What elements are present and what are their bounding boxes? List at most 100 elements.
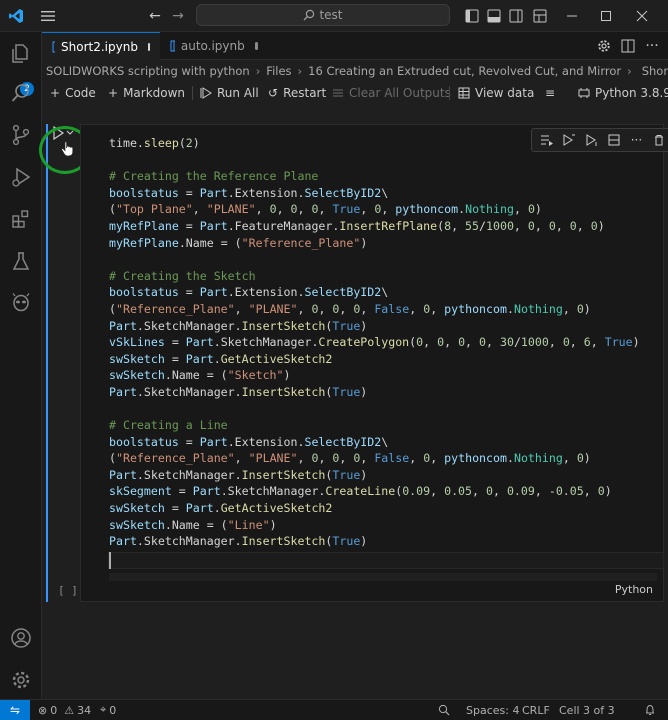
tab-auto[interactable]: auto.ipynb: [160, 32, 268, 60]
cell-language-label[interactable]: Python: [615, 583, 653, 596]
restart-button[interactable]: ↺ Restart: [268, 84, 326, 102]
maximize-icon[interactable]: [596, 6, 616, 26]
code-token: ,: [360, 451, 375, 466]
breadcrumb-item[interactable]: 16 Creating an Extruded cut, Revolved Cu…: [308, 64, 621, 78]
code-token: 0.09: [402, 484, 431, 499]
unsaved-dot-icon[interactable]: [147, 42, 150, 51]
code-token: 6: [583, 335, 591, 350]
view-data-button[interactable]: View data: [458, 84, 534, 102]
notifications-bell-icon[interactable]: [644, 703, 656, 717]
notebook-file-icon: [170, 40, 175, 52]
problems-indicator[interactable]: ⊗ 0 ⚠ 34: [38, 703, 91, 717]
cell-position-status[interactable]: Cell 3 of 3: [559, 703, 615, 717]
command-center-search[interactable]: test: [196, 4, 450, 26]
code-token: ): [583, 451, 591, 466]
code-line: boolstatus = Part.Extension.SelectByID2\: [109, 434, 640, 451]
delete-cell-icon[interactable]: [650, 131, 668, 149]
code-token: boolstatus: [109, 185, 179, 200]
code-token: CreatePolygon: [318, 335, 410, 350]
code-token: =: [178, 285, 200, 300]
outline-icon[interactable]: ≡: [545, 84, 555, 102]
code-token: Nothing: [513, 301, 563, 316]
run-debug-icon[interactable]: [8, 164, 34, 190]
zoom-icon[interactable]: [438, 703, 450, 717]
code-token: ,: [472, 484, 486, 499]
add-code-cell-button[interactable]: + Code: [50, 84, 96, 102]
extensions-icon[interactable]: [8, 206, 34, 232]
ports-indicator[interactable]: ⌖ 0: [100, 703, 116, 717]
warning-count: 34: [77, 703, 92, 717]
toolbar-divider: [192, 86, 193, 100]
code-token: ,: [234, 451, 249, 466]
code-token: ,: [409, 301, 424, 316]
code-token: .Extension.: [227, 185, 305, 200]
gear-icon[interactable]: [594, 36, 614, 56]
run-all-label: Run All: [217, 86, 259, 100]
code-token: .: [213, 501, 221, 516]
table-icon: [458, 87, 470, 99]
remote-indicator[interactable]: ⇋: [0, 700, 30, 720]
code-token: ): [597, 218, 605, 233]
code-token: ,: [339, 451, 354, 466]
source-control-icon[interactable]: [8, 122, 34, 148]
kernel-picker[interactable]: Python 3.8.9: [578, 84, 668, 102]
back-arrow-icon[interactable]: ←: [145, 6, 165, 26]
code-token: ,: [297, 451, 312, 466]
code-token: ,: [562, 451, 577, 466]
code-line: ("Reference_Plane", "PLANE", 0, 0, 0, Fa…: [109, 301, 640, 318]
unsaved-dot-icon[interactable]: [254, 42, 258, 50]
code-token: ,: [451, 218, 466, 233]
code-token: skSegment: [109, 484, 172, 499]
code-line: Part.SketchManager.InsertSketch(True): [109, 318, 640, 335]
toggle-secondary-sidebar-icon[interactable]: [506, 6, 526, 26]
code-editor[interactable]: time.sleep(2) # Creating the Reference P…: [109, 135, 640, 550]
breadcrumb-item[interactable]: Files: [266, 64, 291, 78]
vscode-logo-icon: [6, 6, 26, 26]
manage-gear-icon[interactable]: [8, 667, 34, 693]
alien-icon[interactable]: [8, 290, 34, 316]
explorer-icon[interactable]: [8, 40, 34, 66]
code-token: SelectByID2: [304, 434, 382, 449]
search-icon[interactable]: [8, 80, 34, 106]
code-token: ,: [590, 335, 605, 350]
eol-status[interactable]: CRLF: [522, 703, 550, 717]
add-markdown-cell-button[interactable]: + Markdown: [108, 84, 185, 102]
code-token: ,: [192, 202, 207, 217]
toggle-panel-icon[interactable]: [484, 6, 504, 26]
code-token: Part: [199, 218, 228, 233]
customize-layout-icon[interactable]: [530, 6, 550, 26]
testing-icon[interactable]: [8, 248, 34, 274]
code-token: myRefPlane: [109, 235, 179, 250]
tab-short2[interactable]: Short2.ipynb: [42, 32, 160, 60]
indentation-status[interactable]: Spaces: 4: [466, 703, 519, 717]
code-token: .: [136, 136, 144, 150]
code-token: ,: [430, 484, 445, 499]
code-token: ): [604, 484, 612, 499]
menu-icon[interactable]: [38, 6, 58, 26]
code-token: pythoncom: [444, 451, 507, 466]
breadcrumb-item[interactable]: Short2.ipynb: [642, 64, 668, 78]
cell-focus-indicator: [46, 124, 48, 602]
execution-count: [ ]: [58, 584, 78, 597]
clear-all-outputs-button[interactable]: Clear All Outputs: [332, 84, 451, 102]
code-token: boolstatus: [109, 285, 179, 300]
code-token: ): [269, 517, 277, 532]
code-cell[interactable]: ··· time.sleep(2) # Creating the Referen…: [80, 124, 668, 602]
code-token: 0: [485, 484, 493, 499]
minimize-icon[interactable]: [562, 6, 582, 26]
code-token: /: [513, 335, 521, 350]
code-token: "Sketch": [227, 368, 284, 383]
notebook-file-icon: [52, 41, 56, 52]
code-token: (: [109, 451, 116, 466]
code-token: .SketchManager.: [213, 335, 319, 350]
close-icon[interactable]: [632, 6, 652, 26]
code-token: ,: [360, 301, 375, 316]
account-icon[interactable]: [8, 625, 34, 651]
code-token: .Extension.: [227, 434, 305, 449]
split-editor-icon[interactable]: [618, 36, 638, 56]
run-all-button[interactable]: Run All: [200, 84, 259, 102]
more-actions-icon[interactable]: ···: [642, 36, 662, 56]
toggle-sidebar-icon[interactable]: [462, 6, 482, 26]
breadcrumb-item[interactable]: SOLIDWORKS scripting with python: [46, 64, 250, 78]
forward-arrow-icon[interactable]: →: [168, 6, 188, 26]
